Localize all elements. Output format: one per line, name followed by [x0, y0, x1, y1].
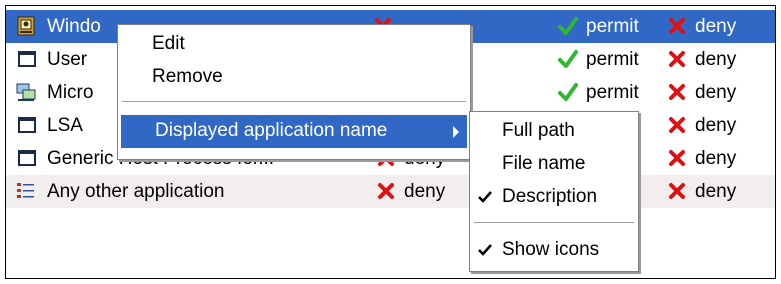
- menu-separator: [474, 222, 634, 224]
- submenu-item-show-icons[interactable]: Show icons: [470, 234, 638, 267]
- menu-item-edit[interactable]: Edit: [118, 28, 470, 61]
- submenu-arrow-icon: [453, 126, 459, 138]
- permit-label: permit: [586, 16, 639, 37]
- window-icon: [18, 150, 36, 166]
- check-icon: [558, 17, 578, 35]
- checkmark-icon: [478, 191, 492, 203]
- checkmark-icon: [478, 244, 492, 256]
- app-name: Any other application: [47, 181, 225, 202]
- deny-icon: [669, 150, 685, 166]
- deny-label: deny: [695, 115, 737, 136]
- check-icon: [558, 50, 578, 68]
- permit-label: permit: [586, 82, 639, 103]
- app-name: Micro: [47, 82, 94, 103]
- deny-label: deny: [695, 49, 737, 70]
- permit-label: permit: [586, 49, 639, 70]
- context-menu: Edit Remove Displayed application name: [117, 24, 471, 160]
- deny-label: deny: [404, 181, 446, 202]
- window-icon: [18, 117, 36, 133]
- deny-label: deny: [695, 148, 737, 169]
- app-name: Windo: [47, 16, 101, 37]
- deny-label: deny: [695, 181, 737, 202]
- check-icon: [558, 83, 578, 101]
- deny-label: deny: [695, 82, 737, 103]
- submenu: Full path File name Description Show ico…: [469, 111, 639, 272]
- submenu-item-file-name[interactable]: File name: [470, 148, 638, 181]
- window-icon: [18, 51, 36, 67]
- app-name: LSA: [47, 115, 83, 136]
- deny-icon: [669, 84, 685, 100]
- network-computer-icon: [16, 83, 36, 101]
- menu-separator: [122, 101, 466, 103]
- list-icon: [17, 183, 34, 198]
- menu-item-displayed-application-name[interactable]: Displayed application name: [121, 115, 467, 148]
- windows-logon-icon: [17, 16, 35, 36]
- menu-item-remove[interactable]: Remove: [118, 61, 470, 94]
- table-row[interactable]: Any other application deny deny: [6, 175, 775, 208]
- submenu-item-full-path[interactable]: Full path: [470, 115, 638, 148]
- deny-icon: [378, 183, 394, 199]
- app-name: User: [47, 49, 88, 70]
- submenu-item-description[interactable]: Description: [470, 181, 638, 214]
- deny-icon: [669, 51, 685, 67]
- deny-icon: [669, 183, 685, 199]
- deny-icon: [669, 18, 685, 34]
- deny-label: deny: [695, 16, 737, 37]
- deny-icon: [669, 117, 685, 133]
